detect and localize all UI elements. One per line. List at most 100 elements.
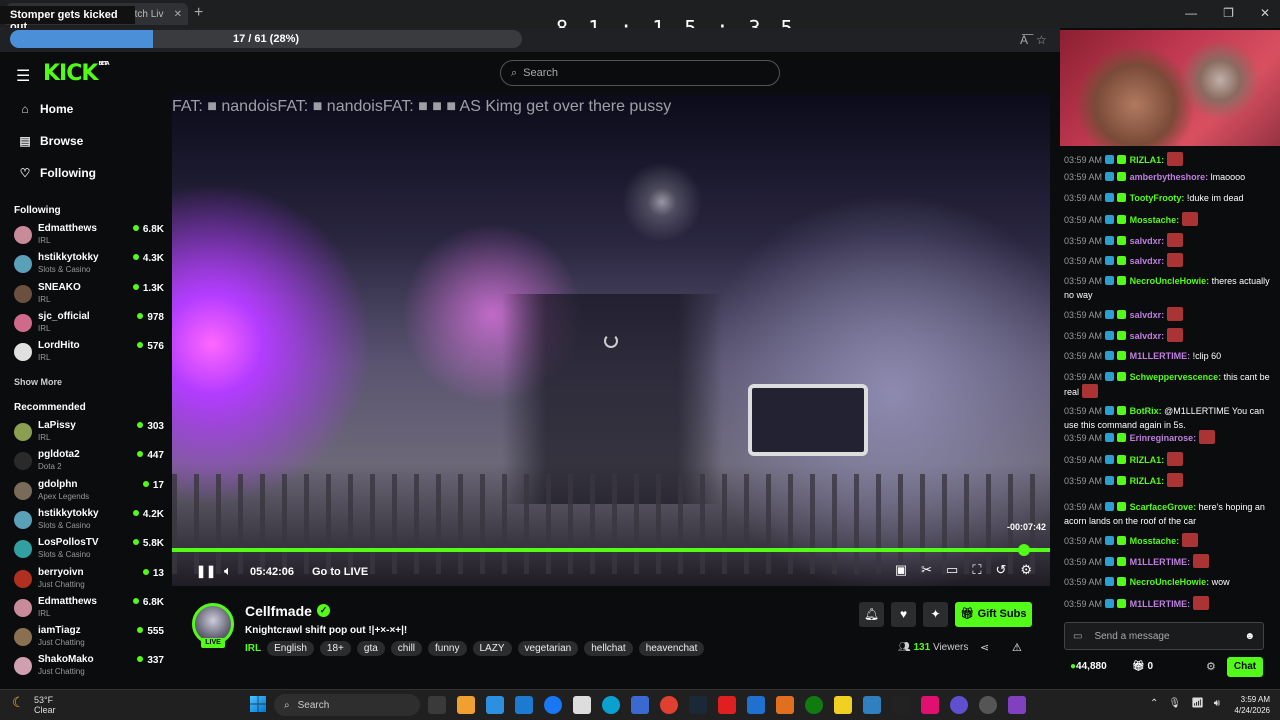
recommended-channel[interactable]: LosPollosTV Slots & Casino 5.8K [14, 536, 164, 564]
theater-mode-icon[interactable]: ▭ [946, 562, 958, 578]
show-more-link[interactable]: Show More [14, 377, 62, 387]
maximize-icon[interactable]: ❐ [1223, 6, 1234, 20]
sticky-notes-icon[interactable] [834, 696, 852, 714]
pause-icon[interactable]: ❚❚ [196, 564, 216, 578]
nav-home[interactable]: ⌂ Home [18, 102, 73, 116]
stream-tag[interactable]: vegetarian [517, 641, 579, 656]
chat-username[interactable]: Erinreginarose: [1130, 433, 1197, 443]
favorite-star-icon[interactable]: ☆ [1036, 33, 1047, 47]
channel-points[interactable]: 44,880 [1070, 661, 1107, 672]
obs-icon[interactable] [950, 696, 968, 714]
copilot-icon[interactable] [486, 696, 504, 714]
chat-username[interactable]: Mosstache: [1130, 215, 1180, 225]
chat-username[interactable]: salvdxr: [1130, 256, 1165, 266]
gift-count[interactable]: 🎁︎ 0 [1132, 661, 1153, 672]
settings-gear-icon[interactable]: ⚙ [1020, 562, 1032, 578]
notification-bell-icon[interactable]: 🔔︎ [859, 602, 884, 627]
stream-tag[interactable]: English [267, 641, 314, 656]
close-tab-icon[interactable]: ✕ [174, 9, 182, 20]
chat-settings-gear-icon[interactable]: ⚙ [1206, 660, 1216, 673]
close-window-icon[interactable]: ✕ [1260, 6, 1270, 20]
rewind-icon[interactable]: ↺ [995, 562, 1006, 578]
task-view-icon[interactable] [428, 696, 446, 714]
emoji-icon[interactable]: ☻ [1244, 631, 1255, 642]
follow-heart-icon[interactable]: ♥ [891, 602, 916, 627]
stream-tag[interactable]: LAZY [472, 641, 512, 656]
kick-logo[interactable]: KICKBETA [43, 61, 110, 86]
fullscreen-icon[interactable]: ⛶ [972, 562, 981, 578]
go-to-live-button[interactable]: Go to LIVE [312, 566, 368, 578]
sparkle-icon[interactable]: ✦ [923, 602, 948, 627]
weather-widget[interactable]: ☾ 53°F Clear [12, 695, 56, 715]
taskbar-search[interactable]: ⌕ Search [274, 694, 420, 716]
recommended-channel[interactable]: LaPissy IRL 303 [14, 419, 164, 447]
recommended-channel[interactable]: hstikkytokky Slots & Casino 4.2K [14, 507, 164, 535]
store-icon[interactable] [515, 696, 533, 714]
chat-username[interactable]: NecroUncleHowie: [1130, 276, 1210, 286]
report-warning-icon[interactable]: ⚠ [1012, 641, 1022, 654]
app-icon-2[interactable] [776, 696, 794, 714]
recommended-channel[interactable]: iamTiagz Just Chatting 555 [14, 624, 164, 652]
chat-username[interactable]: M1LLERTIME: [1130, 557, 1191, 567]
steam-icon[interactable] [689, 696, 707, 714]
amazon-icon[interactable] [573, 696, 591, 714]
stream-tag[interactable]: chill [390, 641, 423, 656]
chat-username[interactable]: salvdxr: [1130, 310, 1165, 320]
network-icon[interactable]: 📶︎ [1191, 698, 1204, 709]
recommended-channel[interactable]: Edmatthews IRL 6.8K [14, 595, 164, 623]
clip-icon[interactable]: ✂ [921, 562, 932, 578]
stream-category[interactable]: IRL [245, 643, 261, 654]
stream-tag[interactable]: hellchat [584, 641, 633, 656]
chat-username[interactable]: TootyFrooty: [1130, 193, 1185, 203]
chat-username[interactable]: ScarfaceGrove: [1130, 502, 1197, 512]
chat-username[interactable]: M1LLERTIME: [1130, 351, 1191, 361]
volume-icon[interactable]: 🔈︎ [224, 563, 232, 579]
share-icon[interactable]: ⋖ [980, 641, 989, 654]
chat-username[interactable]: amberbytheshore: [1130, 172, 1209, 182]
nav-browse[interactable]: ▤ Browse [18, 134, 83, 148]
file-explorer-icon[interactable] [457, 696, 475, 714]
following-channel[interactable]: sjc_official IRL 978 [14, 310, 164, 338]
recommended-channel[interactable]: gdolphn Apex Legends 17 [14, 478, 164, 506]
video-player[interactable]: FAT: ■ nandoisFAT: ■ nandoisFAT: ■ ■ ■ A… [172, 94, 1050, 586]
following-channel[interactable]: SNEAKO IRL 1.3K [14, 281, 164, 309]
tray-chevron-icon[interactable]: ⌃ [1150, 698, 1158, 709]
chat-username[interactable]: M1LLERTIME: [1130, 599, 1191, 609]
recommended-channel[interactable]: ShakoMako Just Chatting 337 [14, 653, 164, 681]
chat-username[interactable]: RIZLA1: [1130, 455, 1165, 465]
following-channel[interactable]: Edmatthews IRL 6.8K [14, 222, 164, 250]
chat-username[interactable]: NecroUncleHowie: [1130, 577, 1210, 587]
stream-tag[interactable]: gta [356, 641, 385, 656]
stream-tag[interactable]: 18+ [319, 641, 351, 656]
gift-subs-button[interactable]: 🎁︎ Gift Subs [955, 602, 1032, 627]
speaker-icon[interactable]: 🔊︎ [1214, 698, 1220, 709]
chat-username[interactable]: RIZLA1: [1130, 155, 1165, 165]
app-icon-3[interactable] [863, 696, 881, 714]
stream-tag[interactable]: heavenchat [638, 641, 705, 656]
chat-username[interactable]: RIZLA1: [1130, 476, 1165, 486]
app-icon-4[interactable] [979, 696, 997, 714]
chat-input[interactable]: ▭ Send a message ☻ [1064, 622, 1264, 650]
following-channel[interactable]: LordHito IRL 576 [14, 339, 164, 367]
seek-bar[interactable] [172, 548, 1050, 552]
stream-tag[interactable]: funny [428, 641, 467, 656]
chat-username[interactable]: salvdxr: [1130, 331, 1165, 341]
following-channel[interactable]: hstikkytokky Slots & Casino 4.3K [14, 251, 164, 279]
new-tab-icon[interactable]: + [194, 4, 203, 22]
microphone-icon[interactable]: 🎙︎ [1168, 698, 1181, 709]
read-aloud-icon[interactable]: A͞ [1020, 33, 1028, 47]
chat-username[interactable]: Mosstache: [1130, 536, 1180, 546]
miniplayer-icon[interactable]: ▣ [895, 562, 907, 578]
chat-username[interactable]: Schweppervescence: [1130, 372, 1222, 382]
calculator-icon[interactable] [631, 696, 649, 714]
taskbar-clock[interactable]: 3:59 AM 4/24/2026 [1222, 694, 1270, 716]
terminal-icon[interactable] [892, 696, 910, 714]
facebook-icon[interactable] [544, 696, 562, 714]
tiktok-icon[interactable] [921, 696, 939, 714]
windows-start-icon[interactable] [250, 696, 266, 712]
search-input[interactable]: ⌕ Search [500, 60, 780, 86]
app-icon-5[interactable] [1008, 696, 1026, 714]
seek-handle[interactable] [1017, 544, 1030, 556]
nav-following[interactable]: ♡ Following [18, 166, 96, 180]
streamer-name[interactable]: Cellfmade [245, 603, 312, 619]
